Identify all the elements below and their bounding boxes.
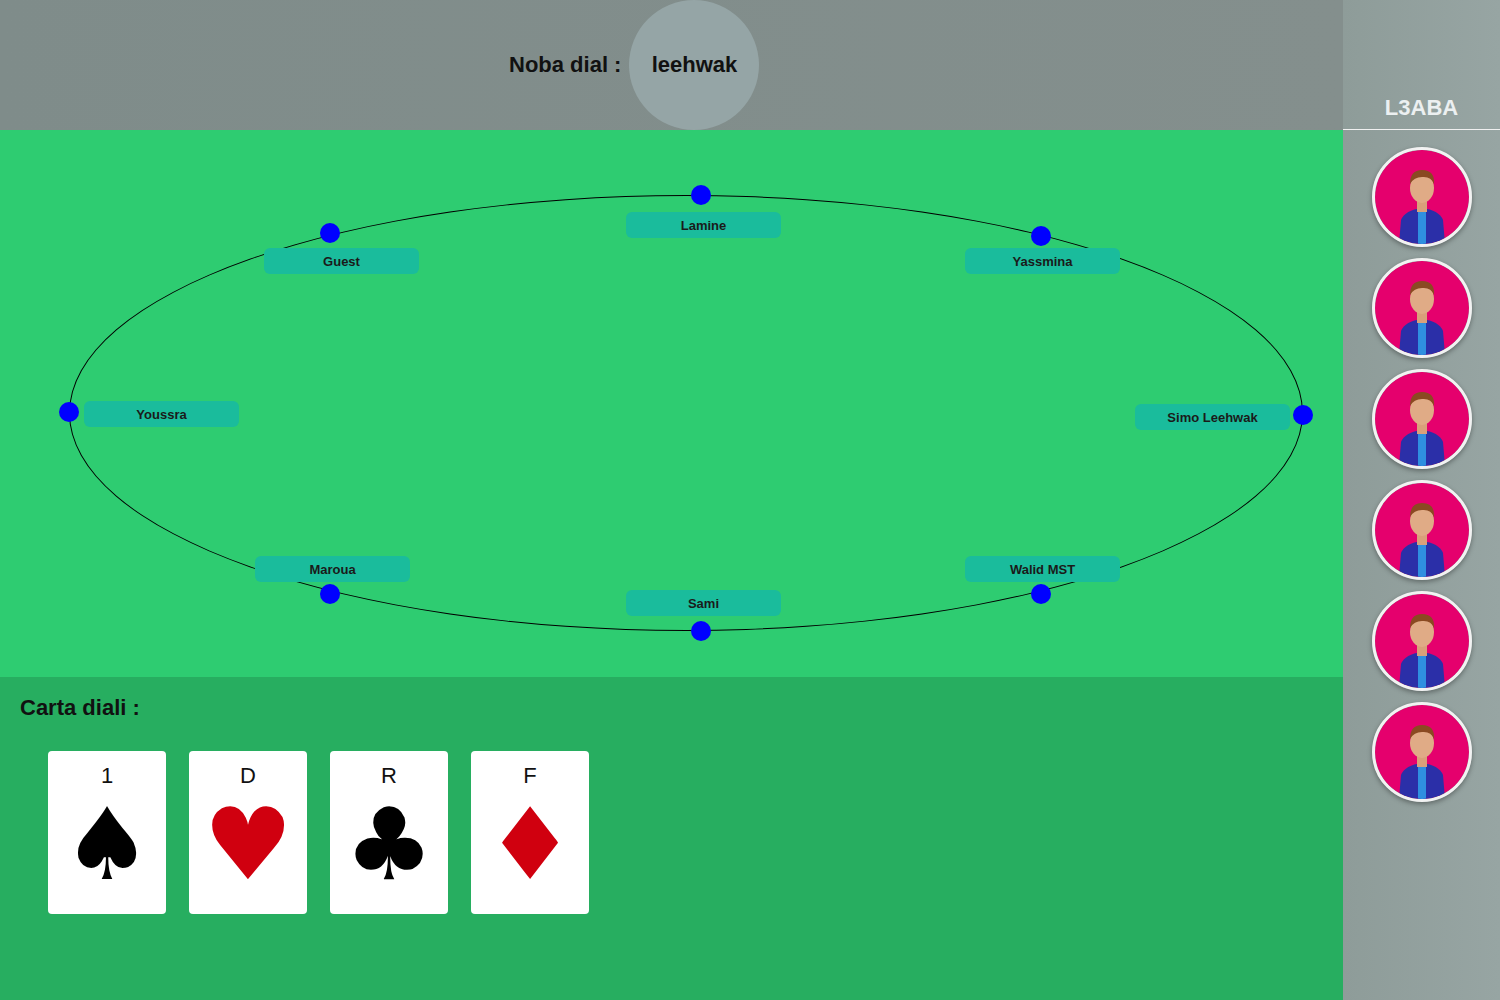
player-name: Guest — [264, 248, 419, 274]
player-name: Walid MST — [965, 556, 1120, 582]
card[interactable]: 1♠ — [48, 751, 166, 914]
turn-player: leehwak — [629, 0, 759, 130]
card[interactable]: F♦ — [471, 751, 589, 914]
card-row: 1♠D♥R♣F♦ — [48, 751, 1343, 914]
avatar[interactable] — [1372, 369, 1472, 469]
hand-panel: Carta diali :1♠D♥R♣F♦ — [0, 677, 1343, 1000]
avatar[interactable] — [1372, 258, 1472, 358]
card[interactable]: R♣ — [330, 751, 448, 914]
player-name: Maroua — [255, 556, 410, 582]
player-name: Lamine — [626, 212, 781, 238]
person-icon — [1375, 261, 1469, 355]
card-rank: R — [381, 763, 397, 789]
avatar-list — [1372, 147, 1472, 802]
person-icon — [1375, 150, 1469, 244]
person-icon — [1375, 483, 1469, 577]
avatar[interactable] — [1372, 480, 1472, 580]
seat-dot — [1031, 584, 1051, 604]
table-area: Lamine Yassmina Simo Leehwak Walid MST Sami M… — [0, 130, 1343, 677]
player-name: Yassmina — [965, 248, 1120, 274]
game-screen: Noba dial : leehwak Lamine Yassmina Simo Lee… — [0, 0, 1500, 1000]
seat-dot — [320, 223, 340, 243]
card-suit-icon: ♠ — [62, 795, 152, 895]
card-suit-icon: ♥ — [203, 795, 293, 895]
seat-dot — [691, 185, 711, 205]
card-rank: F — [523, 763, 536, 789]
player-name: Simo Leehwak — [1135, 404, 1290, 430]
card-suit-icon: ♣ — [344, 795, 434, 895]
player-name: Youssra — [84, 401, 239, 427]
person-icon — [1375, 372, 1469, 466]
seat-dot — [691, 621, 711, 641]
card-suit-icon: ♦ — [485, 795, 575, 895]
sidebar-title: L3ABA — [1343, 0, 1500, 130]
person-icon — [1375, 594, 1469, 688]
turn-label: Noba dial : — [509, 52, 621, 78]
game-area: Noba dial : leehwak Lamine Yassmina Simo Lee… — [0, 0, 1343, 1000]
seat-dot — [59, 402, 79, 422]
person-icon — [1375, 705, 1469, 799]
player-name: Sami — [626, 590, 781, 616]
players-sidebar: L3ABA — [1343, 0, 1500, 1000]
card-rank: 1 — [101, 763, 113, 789]
avatar[interactable] — [1372, 591, 1472, 691]
card[interactable]: D♥ — [189, 751, 307, 914]
hand-title: Carta diali : — [20, 695, 1343, 721]
avatar[interactable] — [1372, 702, 1472, 802]
turn-bar: Noba dial : leehwak — [0, 0, 1343, 130]
avatar[interactable] — [1372, 147, 1472, 247]
card-rank: D — [240, 763, 256, 789]
seat-dot — [1293, 405, 1313, 425]
seat-dot — [320, 584, 340, 604]
seat-dot — [1031, 226, 1051, 246]
